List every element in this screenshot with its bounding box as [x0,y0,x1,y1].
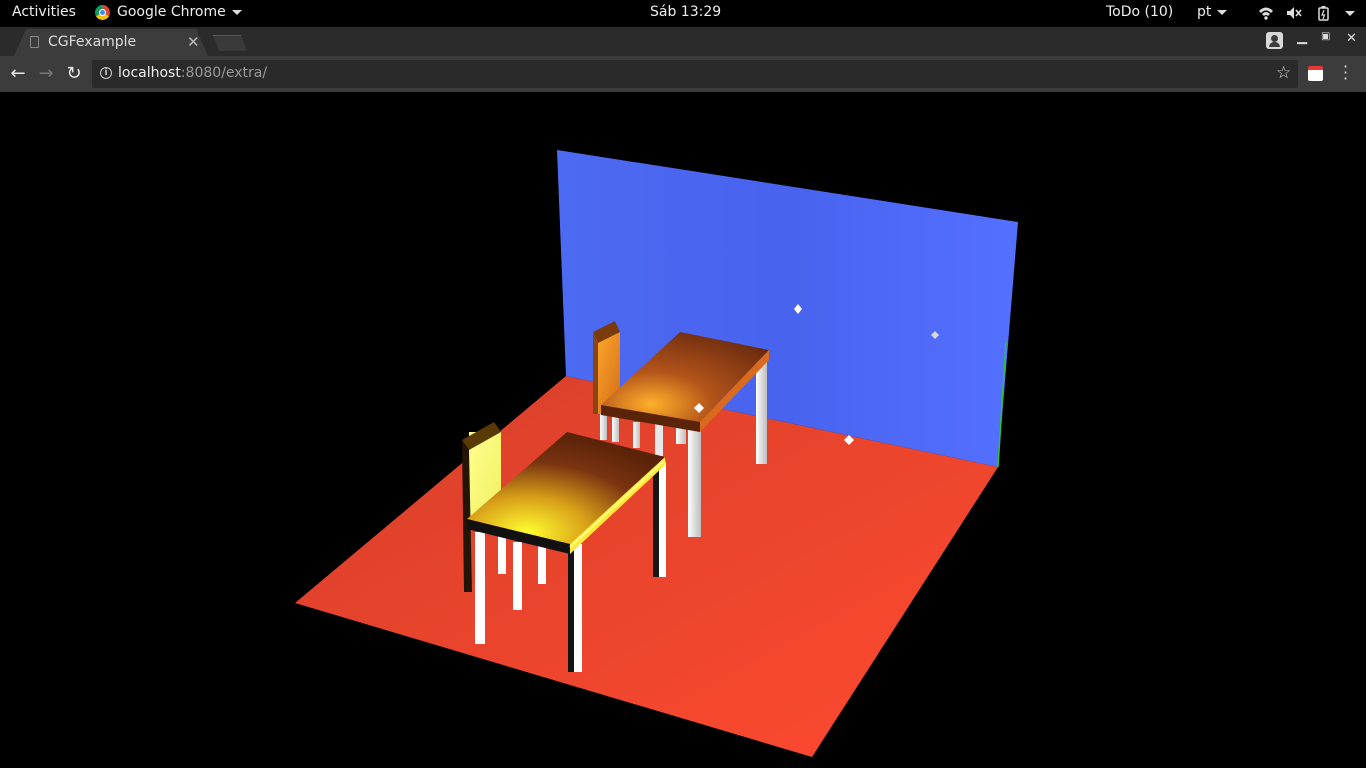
back-arrow-icon[interactable]: ← [8,64,28,84]
calendar-extension-icon[interactable] [1308,66,1323,81]
close-window-icon[interactable]: ✕ [1346,31,1357,46]
keyboard-layout-menu[interactable]: pt [1197,4,1228,20]
system-menu-chevron-icon[interactable] [1345,11,1355,16]
more-menu-icon[interactable]: · · · [1343,59,1348,87]
scene-render [295,150,1018,757]
clock[interactable]: Sáb 13:29 [650,4,721,20]
activities-button[interactable]: Activities [12,4,76,20]
maximize-icon[interactable]: ▣ [1321,31,1330,42]
bookmark-star-icon[interactable]: ☆ [1276,63,1291,83]
system-top-bar: Activities Google Chrome Sáb 13:29 ToDo … [0,0,1366,27]
battery-icon[interactable] [1316,5,1332,21]
url-host: localhost [118,65,181,81]
todo-indicator[interactable]: ToDo (10) [1106,4,1173,20]
address-bar[interactable]: i localhost:8080/extra/ ☆ [92,60,1298,88]
wifi-icon[interactable] [1258,5,1274,21]
webgl-canvas[interactable] [0,92,1366,768]
browser-toolbar: ← → ↻ i localhost:8080/extra/ ☆ · · · [0,56,1366,93]
minimize-icon[interactable]: ▁ [1297,30,1307,45]
chrome-logo-icon [95,4,110,20]
volume-muted-icon[interactable] [1286,5,1302,21]
app-menu[interactable]: Google Chrome [95,4,242,20]
page-icon [30,36,39,48]
chevron-down-icon [1217,9,1228,15]
chevron-down-icon [231,9,242,15]
info-icon[interactable]: i [100,67,112,79]
reload-icon[interactable]: ↻ [64,64,84,84]
app-name: Google Chrome [117,4,226,20]
url-path: :8080/extra/ [180,65,268,81]
tab-cgfexample[interactable]: CGFexample ✕ [14,29,208,56]
keyboard-layout-label: pt [1197,4,1212,20]
tab-title: CGFexample [48,34,137,50]
close-tab-icon[interactable]: ✕ [187,33,200,51]
tab-strip: CGFexample ✕ [0,27,1366,56]
new-tab-button[interactable] [213,35,247,51]
url-text[interactable]: localhost:8080/extra/ [118,65,267,81]
profile-icon[interactable] [1266,32,1283,49]
forward-arrow-icon[interactable]: → [36,64,56,84]
